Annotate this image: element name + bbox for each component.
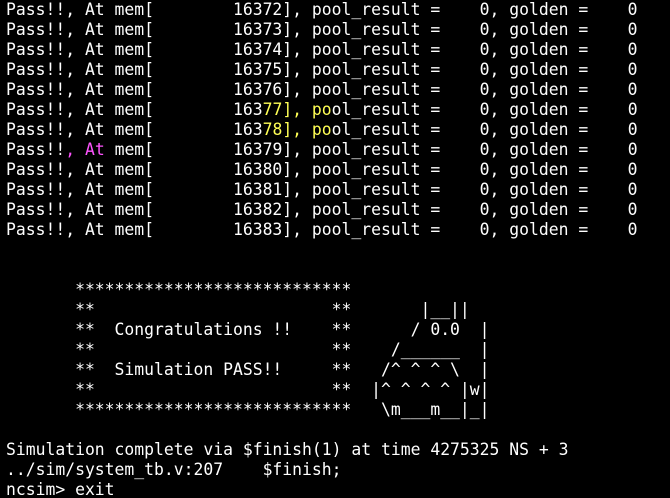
ncsim-prompt[interactable]: ncsim> exit bbox=[6, 480, 670, 498]
pass-line: Pass!!, At mem[ 16372], pool_result = 0,… bbox=[6, 0, 638, 19]
banner-line: ** Congratulations !! ** / 0.0 | bbox=[6, 320, 490, 339]
pass-line: Pass!!, At mem[ 16378], pool_result = 0,… bbox=[6, 120, 638, 139]
simulation-output-lines: Pass!!, At mem[ 16372], pool_result = 0,… bbox=[6, 0, 670, 240]
pass-line: Pass!!, At mem[ 16376], pool_result = 0,… bbox=[6, 80, 638, 99]
pass-line: Pass!!, At mem[ 16374], pool_result = 0,… bbox=[6, 40, 638, 59]
pass-line: Pass!!, At mem[ 16379], pool_result = 0,… bbox=[6, 140, 638, 159]
pass-line: Pass!!, At mem[ 16383], pool_result = 0,… bbox=[6, 220, 638, 239]
pass-line: Pass!!, At mem[ 16382], pool_result = 0,… bbox=[6, 200, 638, 219]
pass-line: Pass!!, At mem[ 16380], pool_result = 0,… bbox=[6, 160, 638, 179]
banner-line: **************************** bbox=[6, 280, 352, 299]
highlight-span: , At bbox=[65, 140, 105, 159]
pass-line: Pass!!, At mem[ 16381], pool_result = 0,… bbox=[6, 180, 638, 199]
pass-line: Pass!!, At mem[ 16377], pool_result = 0,… bbox=[6, 100, 638, 119]
banner-line: **************************** \m___m__|_| bbox=[6, 400, 490, 419]
banner-line: ** Simulation PASS!! ** /^ ^ ^ \ | bbox=[6, 360, 490, 379]
pass-line: Pass!!, At mem[ 16373], pool_result = 0,… bbox=[6, 20, 638, 39]
congratulations-banner: **************************** ** ** |__||… bbox=[6, 280, 670, 420]
highlight-span: 78], po bbox=[262, 120, 332, 139]
finish-location: ../sim/system_tb.v:207 $finish; bbox=[6, 460, 342, 479]
banner-line: ** ** |__|| bbox=[6, 300, 470, 319]
highlight-span: 77], po bbox=[262, 100, 332, 119]
banner-line: ** ** |^ ^ ^ ^ |w| bbox=[6, 380, 490, 399]
simulation-complete-message: Simulation complete via $finish(1) at ti… bbox=[6, 440, 569, 459]
pass-line: Pass!!, At mem[ 16375], pool_result = 0,… bbox=[6, 60, 638, 79]
banner-line: ** ** /______ | bbox=[6, 340, 490, 359]
terminal-window[interactable]: Pass!!, At mem[ 16372], pool_result = 0,… bbox=[0, 0, 670, 498]
